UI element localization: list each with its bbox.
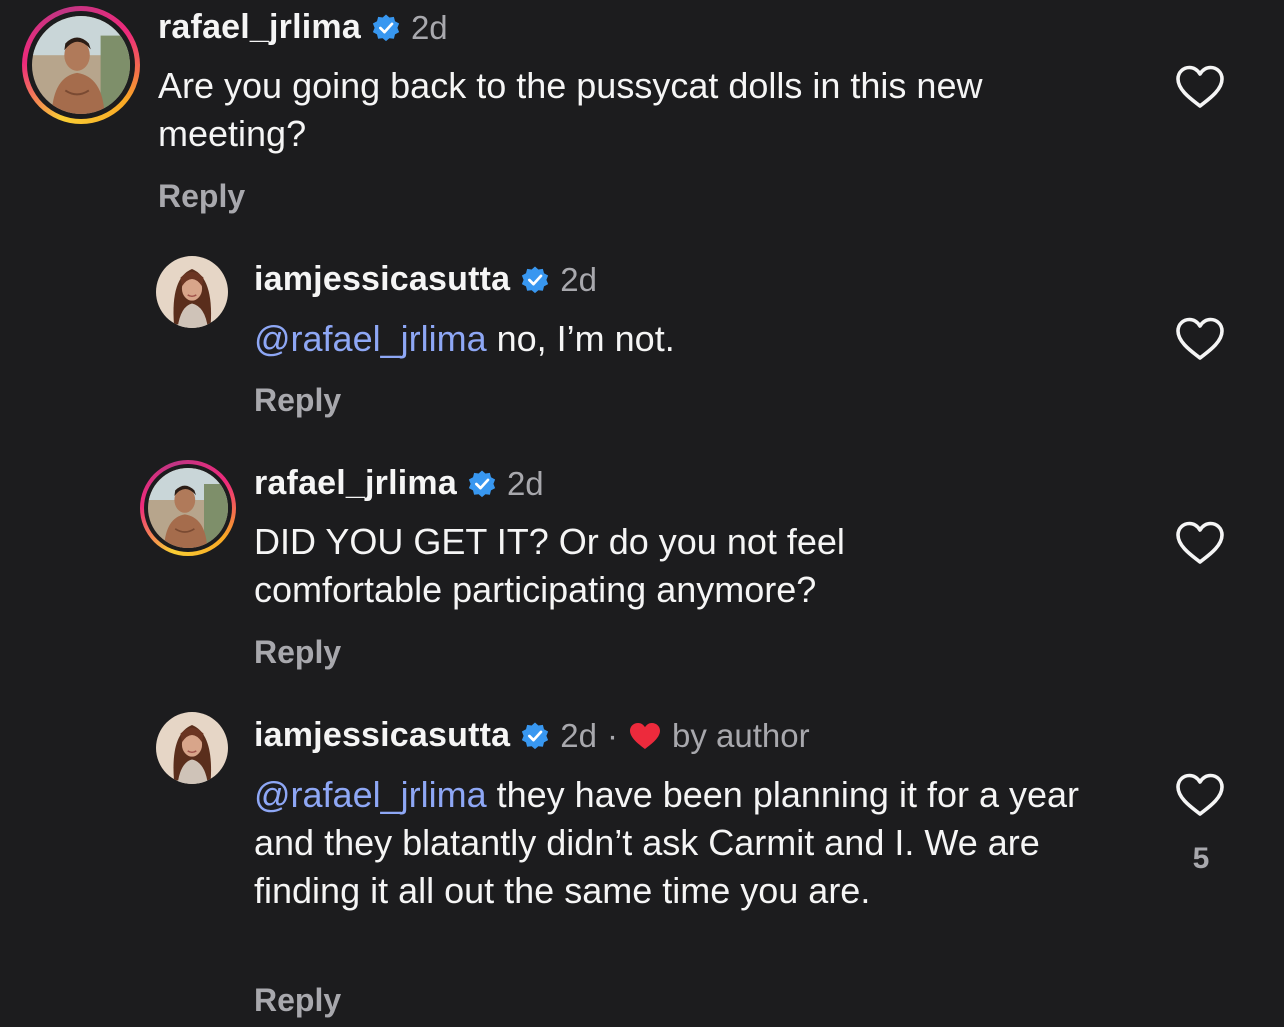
- verified-badge-icon: [467, 469, 497, 499]
- like-button[interactable]: [1174, 316, 1226, 362]
- heart-outline-icon: [1176, 521, 1224, 564]
- reply-button[interactable]: Reply: [254, 382, 341, 419]
- heart-outline-icon: [1176, 773, 1224, 816]
- timestamp: 2d: [560, 716, 597, 754]
- timestamp: 2d: [560, 260, 597, 298]
- timestamp: 2d: [410, 8, 448, 46]
- avatar-wrap[interactable]: [156, 712, 228, 784]
- liked-by-author-label: by author: [671, 716, 810, 754]
- username[interactable]: rafael_jrlima: [158, 8, 361, 47]
- verified-badge-icon: [520, 265, 550, 295]
- heart-outline-icon: [1176, 65, 1224, 108]
- avatar-story-ring[interactable]: [22, 6, 140, 124]
- comment-body: DID YOU GET IT? Or do you not feel comfo…: [254, 521, 845, 610]
- comment-text: DID YOU GET IT? Or do you not feel comfo…: [254, 518, 1014, 614]
- avatar: [156, 256, 228, 328]
- like-count[interactable]: 5: [1186, 842, 1216, 876]
- reply-button[interactable]: Reply: [254, 634, 341, 671]
- heart-filled-icon: [628, 721, 662, 751]
- avatar: [32, 16, 130, 114]
- like-button[interactable]: [1174, 520, 1226, 566]
- like-button[interactable]: [1174, 772, 1226, 818]
- heart-outline-icon: [1176, 317, 1224, 360]
- comment-text: Are you going back to the pussycat dolls…: [158, 62, 1038, 158]
- comment-body: Are you going back to the pussycat dolls…: [158, 65, 983, 154]
- comment-body: no, I’m not.: [486, 318, 675, 359]
- timestamp: 2d: [506, 464, 544, 502]
- avatar-wrap[interactable]: [156, 256, 228, 328]
- comment-text: @rafael_jrlima they have been planning i…: [254, 771, 1114, 915]
- username[interactable]: rafael_jrlima: [254, 464, 457, 503]
- username[interactable]: iamjessicasutta: [254, 716, 510, 755]
- verified-badge-icon: [371, 13, 401, 43]
- mention-link[interactable]: @rafael_jrlima: [254, 318, 487, 359]
- reply-button[interactable]: Reply: [158, 178, 245, 215]
- comment-text: @rafael_jrlima no, I’m not.: [254, 315, 1134, 363]
- comments-thread: rafael_jrlima 2d Are you going back to t…: [0, 0, 1284, 1027]
- avatar: [156, 712, 228, 784]
- reply-button[interactable]: Reply: [254, 982, 341, 1019]
- mention-link[interactable]: @rafael_jrlima: [254, 774, 487, 815]
- separator-dot: ·: [606, 716, 618, 754]
- verified-badge-icon: [520, 721, 550, 751]
- avatar: [148, 468, 228, 548]
- like-button[interactable]: [1174, 64, 1226, 110]
- avatar-story-ring[interactable]: [140, 460, 236, 556]
- username[interactable]: iamjessicasutta: [254, 260, 510, 299]
